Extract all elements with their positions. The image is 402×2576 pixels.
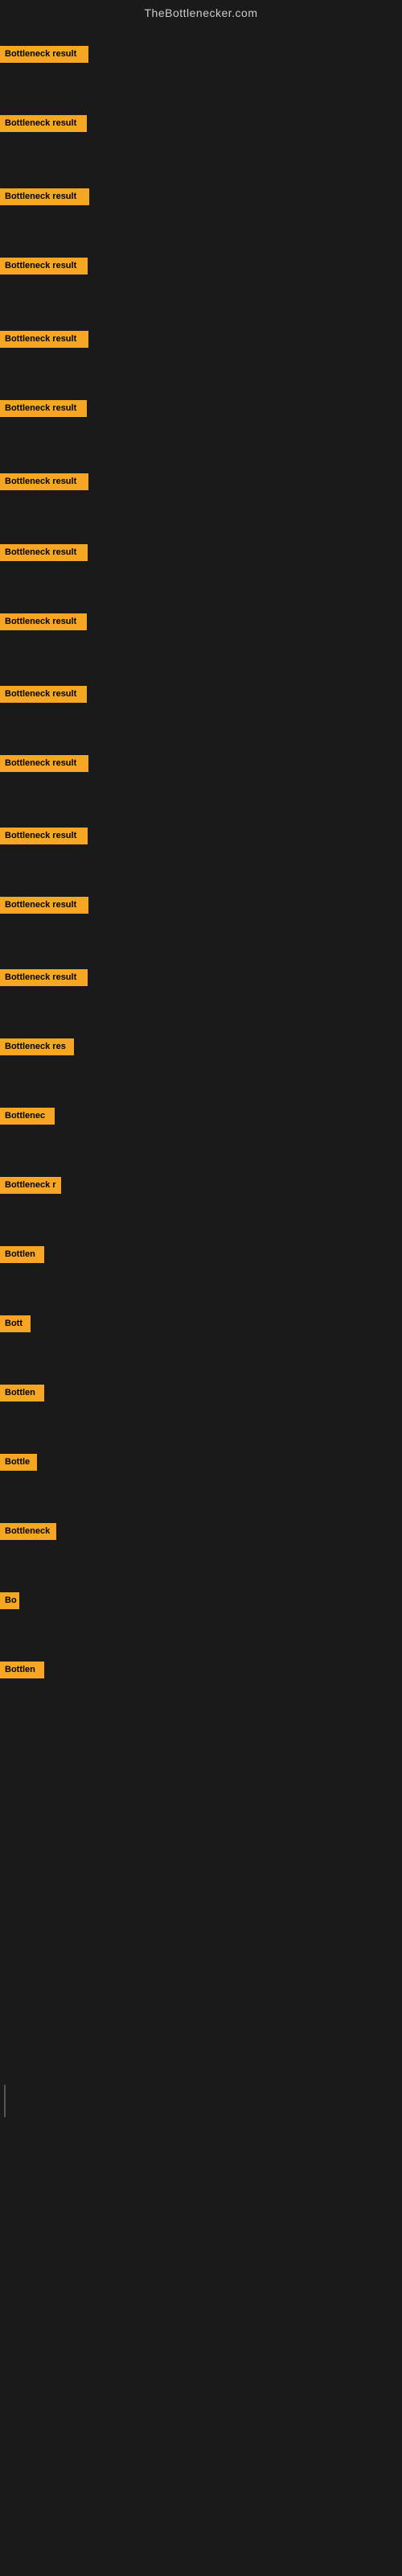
cursor-line xyxy=(4,2085,6,2117)
bottleneck-badge-14[interactable]: Bottleneck result xyxy=(0,969,88,986)
bottleneck-badge-10[interactable]: Bottleneck result xyxy=(0,686,87,703)
bottleneck-badge-5[interactable]: Bottleneck result xyxy=(0,331,88,348)
site-title: TheBottlenecker.com xyxy=(0,0,402,23)
bottleneck-badge-9[interactable]: Bottleneck result xyxy=(0,613,87,630)
bottleneck-badge-17[interactable]: Bottleneck r xyxy=(0,1177,61,1194)
bottleneck-badge-23[interactable]: Bo xyxy=(0,1592,19,1609)
bottleneck-badge-20[interactable]: Bottlen xyxy=(0,1385,44,1402)
bottleneck-badge-24[interactable]: Bottlen xyxy=(0,1662,44,1678)
bottleneck-badge-22[interactable]: Bottleneck xyxy=(0,1523,56,1540)
bottleneck-badge-4[interactable]: Bottleneck result xyxy=(0,258,88,275)
bottleneck-badge-21[interactable]: Bottle xyxy=(0,1454,37,1471)
bottleneck-badge-12[interactable]: Bottleneck result xyxy=(0,828,88,844)
bottleneck-badge-7[interactable]: Bottleneck result xyxy=(0,473,88,490)
bottleneck-badge-15[interactable]: Bottleneck res xyxy=(0,1038,74,1055)
bottleneck-badge-2[interactable]: Bottleneck result xyxy=(0,115,87,132)
bottleneck-badge-1[interactable]: Bottleneck result xyxy=(0,46,88,63)
bottleneck-badge-19[interactable]: Bott xyxy=(0,1315,31,1332)
bottleneck-badge-13[interactable]: Bottleneck result xyxy=(0,897,88,914)
bottleneck-badge-11[interactable]: Bottleneck result xyxy=(0,755,88,772)
bottleneck-badge-18[interactable]: Bottlen xyxy=(0,1246,44,1263)
bottleneck-badge-3[interactable]: Bottleneck result xyxy=(0,188,89,205)
bottleneck-badge-6[interactable]: Bottleneck result xyxy=(0,400,87,417)
bottleneck-badge-16[interactable]: Bottlenec xyxy=(0,1108,55,1125)
bottleneck-badge-8[interactable]: Bottleneck result xyxy=(0,544,88,561)
